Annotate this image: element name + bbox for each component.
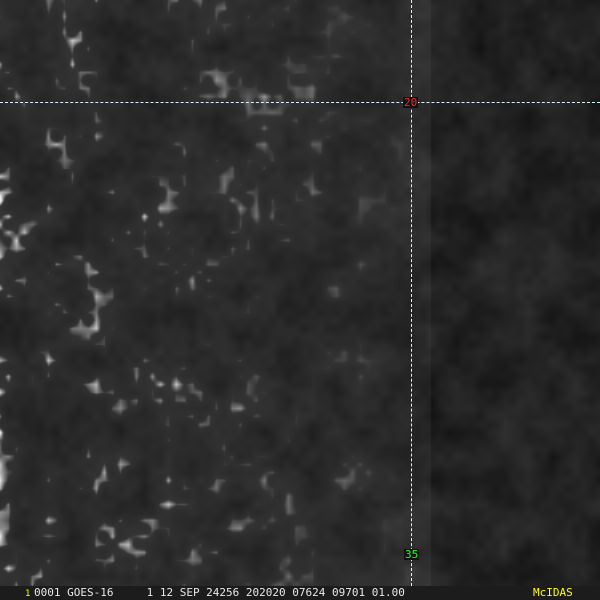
frame-number: 1	[25, 589, 31, 599]
satellite-imagery	[0, 0, 600, 586]
image-info-text: 0001 GOES-16 1 12 SEP 24256 202020 07624…	[34, 586, 405, 599]
grid-label-top: 20	[403, 96, 419, 109]
latitude-grid-line	[0, 102, 600, 103]
mcidas-brand: McIDAS	[533, 586, 573, 599]
satellite-image-viewer: 20 35 1 0001 GOES-16 1 12 SEP 24256 2020…	[0, 0, 600, 600]
grid-label-bottom: 35	[404, 548, 420, 561]
longitude-grid-line	[411, 0, 412, 586]
status-bar: 1 0001 GOES-16 1 12 SEP 24256 202020 076…	[0, 586, 600, 600]
